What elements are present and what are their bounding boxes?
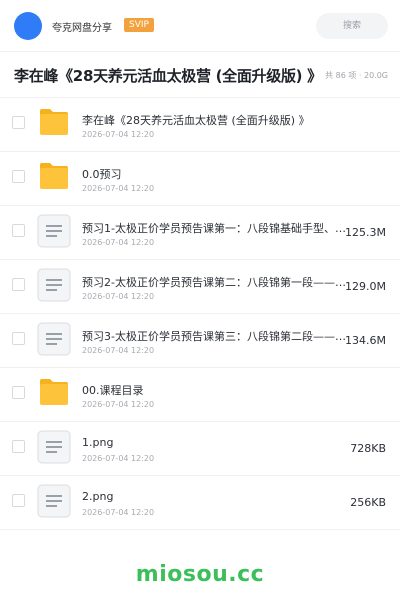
file-date: 2026-07-04 12:20: [82, 184, 155, 193]
folder-meta: 共 86 项 · 20.0G: [325, 71, 388, 80]
row-checkbox[interactable]: [12, 332, 25, 345]
file-date: 2026-07-04 12:20: [82, 400, 155, 409]
file-name[interactable]: 00.课程目录: [82, 382, 350, 398]
row-checkbox[interactable]: [12, 440, 25, 453]
file-name[interactable]: 预习1-太极正价学员预告课第一：八段锦基础手型、步型及起势: [82, 220, 350, 236]
file-date: 2026-07-04 12:20: [82, 292, 155, 301]
document-icon: [37, 268, 71, 302]
file-name[interactable]: 1.png: [82, 436, 350, 449]
file-row[interactable]: 预习2-太极正价学员预告课第二：八段锦第一段——双手托天理三焦 2026-07-0…: [0, 260, 400, 314]
file-date: 2026-07-04 12:20: [82, 508, 155, 517]
folder-icon: [40, 163, 68, 189]
search-button[interactable]: 搜索: [316, 13, 388, 39]
avatar[interactable]: [14, 12, 42, 40]
folder-icon: [40, 379, 68, 405]
row-checkbox[interactable]: [12, 170, 25, 183]
row-checkbox[interactable]: [12, 116, 25, 129]
file-row[interactable]: 0.0预习 2026-07-04 12:20: [0, 152, 400, 206]
file-name[interactable]: 预习3-太极正价学员预告课第三：八段锦第二段——左右开弓似射雕: [82, 328, 350, 344]
folder-icon: [40, 109, 68, 135]
file-name[interactable]: 0.0预习: [82, 166, 350, 182]
file-row[interactable]: 预习3-太极正价学员预告课第三：八段锦第二段——左右开弓似射雕 2026-07-0…: [0, 314, 400, 368]
file-size: 256KB: [350, 496, 386, 509]
file-size: 134.6M: [345, 334, 386, 347]
document-icon: [37, 484, 71, 518]
file-date: 2026-07-04 12:20: [82, 346, 155, 355]
document-icon: [37, 430, 71, 464]
site-name: 夸克网盘分享: [52, 23, 112, 34]
row-checkbox[interactable]: [12, 494, 25, 507]
row-checkbox[interactable]: [12, 386, 25, 399]
file-row[interactable]: 预习1-太极正价学员预告课第一：八段锦基础手型、步型及起势 2026-07-04 …: [0, 206, 400, 260]
file-row[interactable]: 00.课程目录 2026-07-04 12:20: [0, 368, 400, 422]
file-size: 728KB: [350, 442, 386, 455]
file-size: 125.3M: [345, 226, 386, 239]
file-name[interactable]: 2.png: [82, 490, 350, 503]
file-row[interactable]: 1.png 2026-07-04 12:20 728KB: [0, 422, 400, 476]
file-date: 2026-07-04 12:20: [82, 130, 155, 139]
row-checkbox[interactable]: [12, 224, 25, 237]
file-name[interactable]: 预习2-太极正价学员预告课第二：八段锦第一段——双手托天理三焦: [82, 274, 350, 290]
folder-title-row: 李在峰《28天养元活血太极营 (全面升级版) 》 共 86 项 · 20.0G: [0, 52, 400, 98]
file-name[interactable]: 李在峰《28天养元活血太极营 (全面升级版) 》: [82, 112, 350, 128]
document-icon: [37, 214, 71, 248]
row-checkbox[interactable]: [12, 278, 25, 291]
file-list: 李在峰《28天养元活血太极营 (全面升级版) 》 2026-07-04 12:20…: [0, 98, 400, 530]
file-size: 129.0M: [345, 280, 386, 293]
document-icon: [37, 322, 71, 356]
file-row[interactable]: 2.png 2026-07-04 12:20 256KB: [0, 476, 400, 530]
svip-badge: SVIP: [124, 18, 154, 32]
page-title: 李在峰《28天养元活血太极营 (全面升级版) 》: [14, 67, 318, 85]
file-date: 2026-07-04 12:20: [82, 238, 155, 247]
watermark: miosou.cc: [135, 562, 265, 587]
header-bar: 夸克网盘分享 SVIP 搜索: [0, 0, 400, 52]
file-row[interactable]: 李在峰《28天养元活血太极营 (全面升级版) 》 2026-07-04 12:20: [0, 98, 400, 152]
file-date: 2026-07-04 12:20: [82, 454, 155, 463]
